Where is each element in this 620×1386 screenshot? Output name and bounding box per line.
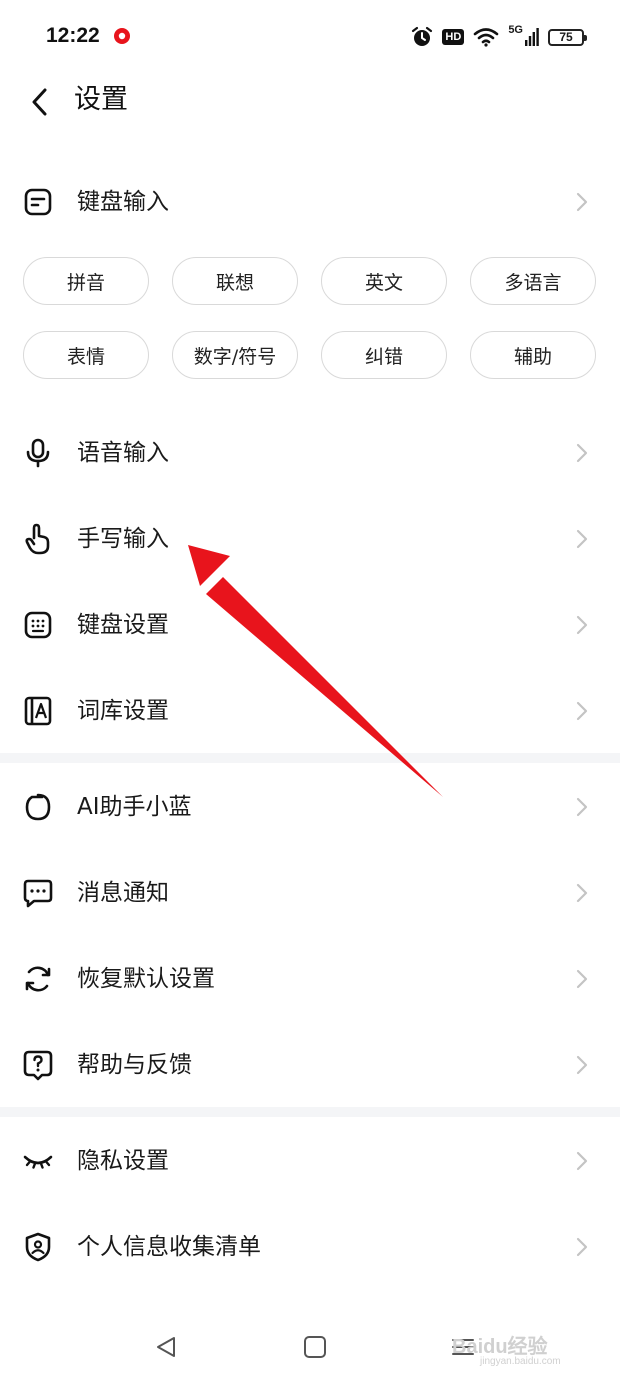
hand-pointer-icon [25, 523, 50, 555]
chevron-right-icon [576, 1237, 588, 1257]
row-label: 手写输入 [77, 526, 169, 552]
eye-closed-icon [23, 1155, 53, 1169]
row-restore-defaults[interactable]: 恢复默认设置 [0, 941, 620, 1017]
shield-user-icon [25, 1232, 51, 1262]
row-notifications[interactable]: 消息通知 [0, 855, 620, 931]
page-header: 设置 [0, 76, 620, 126]
row-label: 恢复默认设置 [77, 966, 215, 992]
row-ai-assistant[interactable]: AI助手小蓝 [0, 769, 620, 845]
nav-home-icon[interactable] [300, 1332, 330, 1362]
chip-label: 多语言 [504, 271, 562, 294]
network-type: 5G [508, 24, 523, 36]
row-label: 词库设置 [77, 698, 169, 724]
row-privacy-settings[interactable]: 隐私设置 [0, 1123, 620, 1199]
hd-badge: HD [442, 29, 465, 45]
chip-label: 联想 [215, 271, 254, 294]
nav-back-icon[interactable] [151, 1332, 181, 1362]
row-help-feedback[interactable]: 帮助与反馈 [0, 1027, 620, 1103]
chip-label: 拼音 [66, 271, 105, 294]
row-label: 帮助与反馈 [77, 1052, 192, 1078]
cellular-signal: 5G [508, 24, 539, 46]
chip-correction[interactable]: 纠错 [321, 331, 447, 379]
battery-indicator: 75 [548, 28, 587, 46]
keyboard-input-icon [24, 188, 52, 216]
watermark-logo: Baidu经验 [452, 1336, 548, 1358]
message-icon [23, 879, 53, 908]
chevron-right-icon [576, 797, 588, 817]
chip-label: 表情 [66, 345, 105, 368]
chip-pinyin[interactable]: 拼音 [23, 257, 149, 305]
status-bar: 12:22 HD 5G 75 [0, 0, 620, 76]
chip-label: 纠错 [364, 345, 403, 368]
chip-assist[interactable]: 辅助 [470, 331, 596, 379]
keyboard-icon [24, 611, 52, 639]
microphone-icon [26, 438, 50, 468]
help-icon [23, 1050, 53, 1081]
page-title: 设置 [74, 84, 128, 115]
chevron-right-icon [576, 615, 588, 635]
alarm-icon [412, 26, 433, 46]
chip-multilanguage[interactable]: 多语言 [470, 257, 596, 305]
row-label: 语音输入 [77, 440, 169, 466]
chevron-right-icon [576, 883, 588, 903]
chevron-right-icon [576, 1055, 588, 1075]
row-label: 键盘输入 [77, 189, 169, 215]
row-label: 键盘设置 [77, 612, 169, 638]
dictionary-icon [24, 696, 52, 726]
row-label: 个人信息收集清单 [77, 1234, 261, 1260]
row-keyboard-settings[interactable]: 键盘设置 [0, 587, 620, 663]
app-notification-icon [114, 28, 130, 44]
wifi-icon [474, 28, 499, 47]
row-label: 隐私设置 [77, 1148, 169, 1174]
chip-label: 英文 [364, 271, 403, 294]
refresh-icon [25, 966, 51, 992]
row-keyboard-input[interactable]: 键盘输入 [0, 164, 620, 240]
chip-emoji[interactable]: 表情 [23, 331, 149, 379]
chip-label: 辅助 [513, 345, 552, 368]
chip-numbers-symbols[interactable]: 数字/符号 [172, 331, 298, 379]
status-time: 12:22 [46, 24, 100, 47]
row-voice-input[interactable]: 语音输入 [0, 415, 620, 491]
chevron-right-icon [576, 529, 588, 549]
chevron-right-icon [576, 701, 588, 721]
chevron-left-icon [32, 88, 47, 116]
chevron-right-icon [576, 192, 588, 212]
row-handwriting-input[interactable]: 手写输入 [0, 501, 620, 577]
row-lexicon-settings[interactable]: 词库设置 [0, 673, 620, 749]
signal-bars-icon [525, 28, 539, 46]
section-divider [0, 1107, 620, 1117]
watermark-url: jingyan.baidu.com [480, 1356, 561, 1367]
row-label: 消息通知 [77, 880, 169, 906]
chip-label: 数字/符号 [193, 345, 277, 368]
back-button[interactable] [22, 82, 56, 122]
chevron-right-icon [576, 969, 588, 989]
chevron-right-icon [576, 443, 588, 463]
status-icons: HD 5G 75 [411, 24, 587, 50]
ai-assistant-icon [25, 793, 51, 821]
chip-association[interactable]: 联想 [172, 257, 298, 305]
row-personal-info-list[interactable]: 个人信息收集清单 [0, 1209, 620, 1285]
chevron-right-icon [576, 1151, 588, 1171]
chip-english[interactable]: 英文 [321, 257, 447, 305]
row-label: AI助手小蓝 [77, 794, 192, 820]
section-divider [0, 753, 620, 763]
